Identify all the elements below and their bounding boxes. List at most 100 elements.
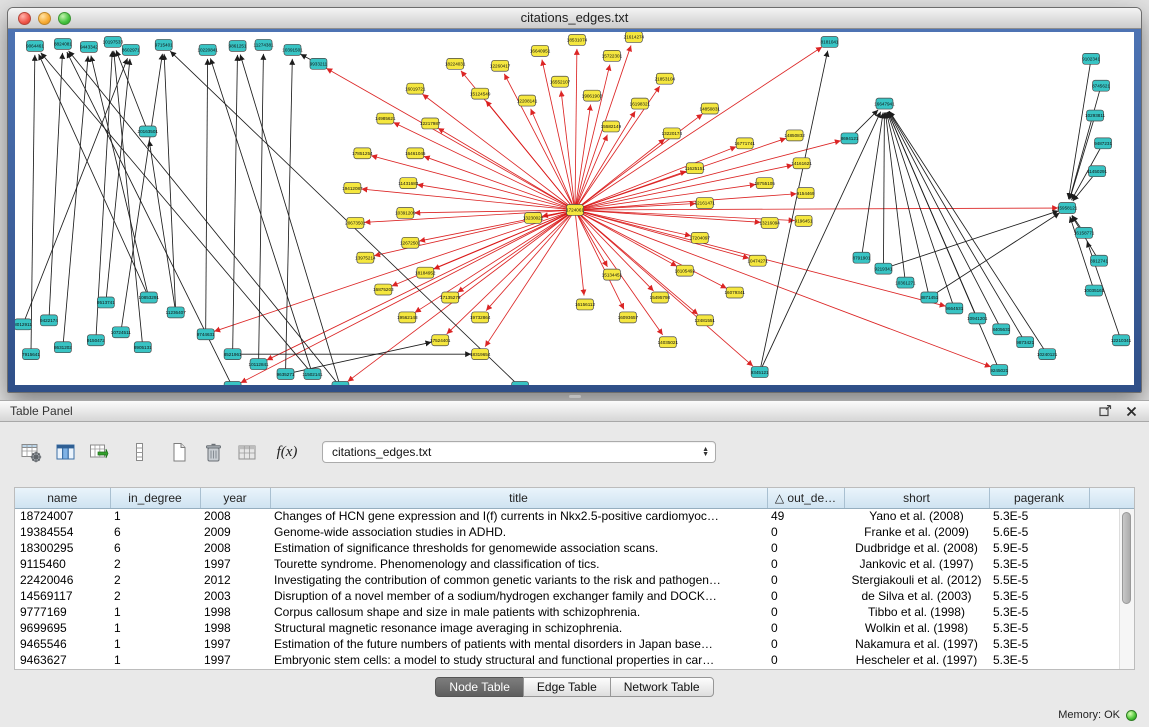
graph-node[interactable]: 8631202 (54, 342, 72, 353)
graph-node[interactable]: 14161621 (791, 158, 812, 169)
table-row[interactable]: 1872400712008Changes of HCN gene express… (15, 508, 1134, 524)
column-header[interactable]: name (15, 488, 110, 508)
table-row[interactable]: 1830029562008Estimation of significance … (15, 540, 1134, 556)
graph-node[interactable]: 13230021 (523, 212, 544, 223)
graph-node[interactable]: 8905131 (134, 342, 152, 353)
graph-node[interactable]: 13216094 (759, 217, 780, 228)
graph-node[interactable]: 12481551 (695, 315, 716, 326)
graph-node[interactable]: 10220841 (197, 44, 218, 55)
graph-node[interactable]: 11625151 (685, 163, 706, 174)
graph-node[interactable]: 8521961 (224, 349, 242, 360)
network-canvas[interactable]: 1724061151245491221798716461045114316831… (15, 32, 1134, 385)
graph-node[interactable]: 8012911 (15, 319, 32, 330)
column-header[interactable]: pagerank (989, 488, 1089, 508)
graph-node[interactable]: 10035161 (1084, 285, 1105, 296)
graph-node[interactable]: 21614274 (624, 32, 645, 42)
zoom-window-button[interactable] (58, 12, 71, 25)
graph-node[interactable]: 14850831 (700, 103, 721, 114)
panel-splitter[interactable] (0, 393, 1149, 400)
import-table-button[interactable] (86, 439, 112, 465)
graph-node[interactable]: 15582149 (601, 121, 622, 132)
graph-node[interactable]: 10361271 (895, 277, 916, 288)
graph-node[interactable]: 9245021 (990, 365, 1008, 376)
window-titlebar[interactable]: citations_edges.txt (8, 8, 1141, 29)
graph-node[interactable]: 8871451 (920, 292, 938, 303)
new-table-button[interactable] (166, 439, 192, 465)
graph-node[interactable]: 16198321 (630, 98, 651, 109)
graph-node[interactable]: 16093657 (618, 312, 639, 323)
graph-node[interactable]: 10474211 (510, 382, 531, 385)
graph-node[interactable]: 19061903 (582, 90, 603, 101)
graph-node[interactable]: 11274381 (254, 39, 275, 50)
graph-node[interactable]: 12260417 (490, 60, 511, 71)
graph-node[interactable]: 9124561 (331, 382, 349, 385)
graph-node[interactable]: 12672501 (400, 237, 421, 248)
graph-node[interactable]: 17851254 (352, 148, 373, 159)
graph-node[interactable]: 10293811 (1085, 110, 1106, 121)
graph-node[interactable]: 9664531 (945, 303, 963, 314)
row-options-button[interactable] (126, 439, 152, 465)
graph-node[interactable]: 17135278 (440, 292, 461, 303)
table-row[interactable]: 977716911998Corpus callosum shape and si… (15, 604, 1134, 620)
graph-node[interactable]: 8912741 (1090, 255, 1108, 266)
column-header[interactable]: year (200, 488, 270, 508)
graph-node[interactable]: 11502141 (302, 369, 323, 380)
graph-node[interactable]: 10112841 (249, 359, 270, 370)
graph-node[interactable]: 11236407 (166, 307, 187, 318)
graph-node[interactable]: 16019721 (405, 83, 426, 94)
apply-function-button[interactable]: f(x) (274, 439, 300, 465)
graph-node[interactable]: 19412087 (342, 183, 363, 194)
graph-node[interactable]: 15124549 (470, 88, 491, 99)
graph-node[interactable]: 10391209 (395, 208, 416, 219)
tab-node-table[interactable]: Node Table (435, 677, 524, 697)
graph-node[interactable]: 12217987 (420, 118, 441, 129)
graph-node[interactable]: 9744631 (197, 329, 215, 340)
column-header[interactable]: short (844, 488, 989, 508)
column-header[interactable]: in_degree (110, 488, 200, 508)
graph-node[interactable]: 10240121 (1037, 349, 1058, 360)
graph-node[interactable]: 17204097 (690, 232, 711, 243)
graph-node[interactable]: 8745621 (1092, 80, 1110, 91)
graph-node[interactable]: 8405631 (992, 324, 1010, 335)
graph-node[interactable]: 9345121 (751, 367, 769, 378)
graph-node[interactable]: 9513741 (97, 297, 115, 308)
graph-node[interactable]: 14985621 (375, 113, 396, 124)
graph-node[interactable]: 16156112 (575, 299, 596, 310)
graph-node[interactable]: 12210341 (1111, 335, 1132, 346)
graph-node[interactable]: 9150472 (87, 335, 105, 346)
graph-node[interactable]: 8791901 (853, 252, 871, 263)
graph-node[interactable]: 14850832 (784, 130, 805, 141)
float-panel-icon[interactable] (1097, 404, 1113, 418)
graph-node[interactable]: 18531074 (567, 34, 588, 45)
graph-node[interactable]: 13220174 (662, 128, 683, 139)
graph-node[interactable]: 9102341 (1082, 53, 1100, 64)
graph-node[interactable]: 9873421 (1016, 337, 1034, 348)
table-row[interactable]: 1938455462009Genome-wide association stu… (15, 524, 1134, 540)
graph-node[interactable]: 10853291 (139, 292, 160, 303)
graph-node[interactable]: 11431683 (398, 178, 419, 189)
graph-node[interactable]: 9635271 (277, 369, 295, 380)
graph-node[interactable]: 16771741 (734, 138, 755, 149)
graph-node[interactable]: 18319654 (470, 349, 491, 360)
graph-node[interactable]: 12161471 (695, 198, 716, 209)
graph-node[interactable]: 20163501 (138, 126, 159, 137)
graph-node[interactable]: 18184952 (415, 267, 436, 278)
graph-node[interactable]: 13975214 (355, 252, 376, 263)
graph-node[interactable]: 18755105 (754, 178, 775, 189)
graph-node[interactable]: 9154469 (797, 188, 815, 199)
graph-node[interactable]: 15722301 (602, 50, 623, 61)
graph-node[interactable]: 16552107 (550, 76, 571, 87)
graph-node[interactable]: 10941201 (967, 313, 988, 324)
show-columns-button[interactable] (52, 439, 78, 465)
column-header[interactable]: △ out_de… (767, 488, 844, 508)
graph-node[interactable]: 17524401 (430, 335, 451, 346)
splitter-handle[interactable] (569, 395, 581, 398)
graph-node[interactable]: 10724511 (111, 327, 132, 338)
graph-node[interactable]: 15134451 (602, 269, 623, 280)
graph-node[interactable]: 21853104 (655, 73, 676, 84)
graph-node[interactable]: 18105492 (675, 265, 696, 276)
graph-node[interactable]: 8181041 (821, 36, 839, 47)
delete-table-button[interactable] (200, 439, 226, 465)
graph-node[interactable]: 8694121 (841, 133, 859, 144)
graph-node[interactable]: 1724061 (566, 205, 584, 216)
